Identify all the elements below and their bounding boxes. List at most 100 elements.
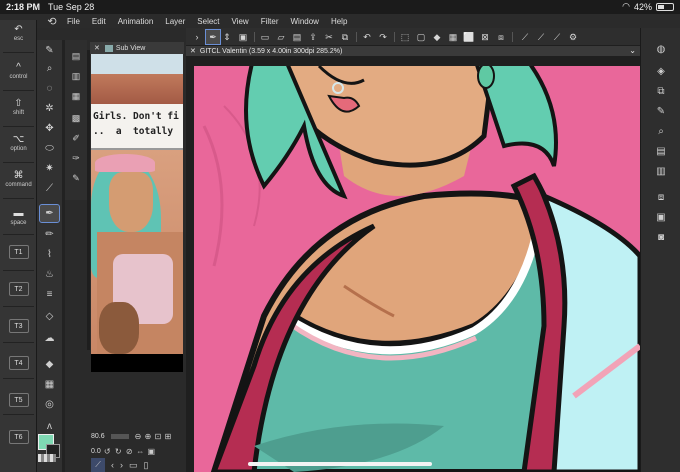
- brush-palette-button[interactable]: ✎: [654, 104, 668, 118]
- cut-button[interactable]: ✂: [322, 30, 336, 44]
- new-file-button[interactable]: ▭: [258, 30, 272, 44]
- move-tool[interactable]: ✥: [40, 120, 59, 137]
- gradient-tool[interactable]: ▦: [40, 376, 59, 393]
- history-button[interactable]: ▥: [654, 164, 668, 178]
- shortcut-t1[interactable]: T1: [0, 245, 37, 259]
- snap-special-button[interactable]: ⟋: [534, 30, 548, 44]
- sub-view-zoom-slider[interactable]: [111, 434, 129, 439]
- shortcut-shift[interactable]: ⇧ shift: [0, 98, 37, 116]
- brush-tool[interactable]: ⌇: [40, 246, 59, 263]
- close-icon[interactable]: ✕: [94, 44, 100, 52]
- search-palette-button[interactable]: ⌕: [654, 124, 668, 138]
- clear-button[interactable]: ▢: [414, 30, 428, 44]
- snap-grid-button[interactable]: ⟋: [550, 30, 564, 44]
- menu-window[interactable]: Window: [291, 17, 319, 26]
- canvas-area[interactable]: [186, 56, 640, 472]
- fill-button[interactable]: ◆: [430, 30, 444, 44]
- layer-properties-button[interactable]: ⧉: [654, 84, 668, 98]
- copy-button[interactable]: ⧉: [338, 30, 352, 44]
- redo-button[interactable]: ↷: [376, 30, 390, 44]
- shortcut-esc[interactable]: ↶ esc: [0, 24, 37, 42]
- selection-tool[interactable]: ⬭: [40, 140, 59, 157]
- sub-tool-layer[interactable]: ▥: [68, 68, 84, 84]
- sub-view-zoom-value[interactable]: 80.6: [91, 433, 111, 440]
- airbrush-tool[interactable]: ♨: [40, 266, 59, 283]
- shortcut-t5[interactable]: T5: [0, 393, 37, 407]
- flip-icon[interactable]: ⇔: [136, 447, 145, 456]
- shortcut-t6[interactable]: T6: [0, 430, 37, 444]
- settings-button[interactable]: ⚙: [566, 30, 580, 44]
- sub-view-eyedropper-button[interactable]: ⟋: [91, 458, 105, 472]
- transparent-color-swatch[interactable]: [38, 454, 56, 462]
- sub-tool-menu[interactable]: ▤: [68, 48, 84, 64]
- select-all-button[interactable]: ⬚: [398, 30, 412, 44]
- delete-image-icon[interactable]: ▯: [144, 460, 149, 471]
- transform-button[interactable]: ⊠: [478, 30, 492, 44]
- fill-tool[interactable]: ◆: [40, 356, 59, 373]
- sub-tool-brush[interactable]: ✑: [68, 150, 84, 166]
- sub-tool-pen[interactable]: ✐: [68, 130, 84, 146]
- sub-tool-scrollbar[interactable]: [87, 50, 90, 350]
- import-image-icon[interactable]: ▣: [147, 447, 156, 456]
- shortcut-t2[interactable]: T2: [0, 282, 37, 296]
- rotate-left-icon[interactable]: ↺: [103, 447, 112, 456]
- menu-filter[interactable]: Filter: [261, 17, 279, 26]
- invert-selection-button[interactable]: ▦: [446, 30, 460, 44]
- shortcut-t4[interactable]: T4: [0, 356, 37, 370]
- figure-tool[interactable]: ◎: [40, 396, 59, 413]
- pen-command-button[interactable]: ✒: [205, 29, 221, 45]
- brush-size-tool[interactable]: ✎: [40, 42, 59, 59]
- clip-studio-logo-icon[interactable]: ⟲: [45, 14, 59, 28]
- sub-tool-fill[interactable]: ▩: [68, 110, 84, 126]
- text-tool[interactable]: ʌ: [40, 418, 59, 435]
- eraser-tool[interactable]: ◇: [40, 308, 59, 325]
- sub-view-rotation-value[interactable]: 0.0: [91, 448, 101, 455]
- deselect-button[interactable]: ⬜: [462, 30, 476, 44]
- auto-select-tool[interactable]: ✲: [40, 100, 59, 117]
- open-button[interactable]: ▱: [274, 30, 288, 44]
- export-button[interactable]: ⇪: [306, 30, 320, 44]
- reset-rotation-icon[interactable]: ⊘: [125, 447, 134, 456]
- swap-icon[interactable]: ⇕: [220, 30, 234, 44]
- shortcut-command[interactable]: ⌘ command: [0, 170, 37, 188]
- menu-animation[interactable]: Animation: [118, 17, 154, 26]
- pen-tool[interactable]: ✒: [39, 204, 60, 223]
- navigator-button[interactable]: ▣: [654, 210, 668, 224]
- open-folder-icon[interactable]: ▭: [129, 460, 138, 471]
- scale-button[interactable]: ⧈: [494, 30, 508, 44]
- zoom-in-icon[interactable]: ⊕: [143, 432, 153, 441]
- menu-select[interactable]: Select: [197, 17, 219, 26]
- blend-tool[interactable]: ☁: [40, 330, 59, 347]
- menu-view[interactable]: View: [232, 17, 249, 26]
- layer-stack-button[interactable]: ⧈: [654, 190, 668, 204]
- new-layer-button[interactable]: ▣: [236, 30, 250, 44]
- actual-size-icon[interactable]: ⊞: [163, 432, 173, 441]
- shortcut-space[interactable]: ▬ space: [0, 208, 37, 226]
- shortcut-t3[interactable]: T3: [0, 319, 37, 333]
- decoration-tool[interactable]: ≡: [40, 286, 59, 303]
- canvas[interactable]: [194, 66, 640, 472]
- menu-file[interactable]: File: [67, 17, 80, 26]
- sparkle-tool[interactable]: ✷: [40, 160, 59, 177]
- menu-edit[interactable]: Edit: [92, 17, 106, 26]
- rotate-right-icon[interactable]: ↻: [114, 447, 123, 456]
- sub-tool-settings[interactable]: ▦: [68, 88, 84, 104]
- menu-help[interactable]: Help: [331, 17, 347, 26]
- menu-layer[interactable]: Layer: [165, 17, 185, 26]
- eyedropper-tool[interactable]: ⟋: [40, 180, 59, 197]
- pencil-tool[interactable]: ✏: [40, 226, 59, 243]
- zoom-out-icon[interactable]: ⊖: [133, 432, 143, 441]
- next-image-icon[interactable]: ›: [120, 460, 123, 470]
- save-button[interactable]: ▤: [290, 30, 304, 44]
- chevron-down-icon[interactable]: ⌄: [629, 46, 636, 55]
- sub-view-panel[interactable]: Girls. Don't fi .. a totally: [91, 54, 183, 372]
- shortcut-control[interactable]: ^ control: [0, 62, 37, 80]
- sub-tool-ink[interactable]: ✎: [68, 170, 84, 186]
- canvas-tab[interactable]: ✕ GITCL Valentin (3.59 x 4.00in 300dpi 2…: [186, 46, 640, 56]
- color-wheel-button[interactable]: ◍: [654, 42, 668, 56]
- previous-image-icon[interactable]: ‹: [111, 460, 114, 470]
- fit-icon[interactable]: ⊡: [153, 432, 163, 441]
- collapse-arrow-icon[interactable]: ›: [190, 30, 204, 44]
- layer-palette-button[interactable]: ◈: [654, 64, 668, 78]
- shortcut-option[interactable]: ⌥ option: [0, 134, 37, 152]
